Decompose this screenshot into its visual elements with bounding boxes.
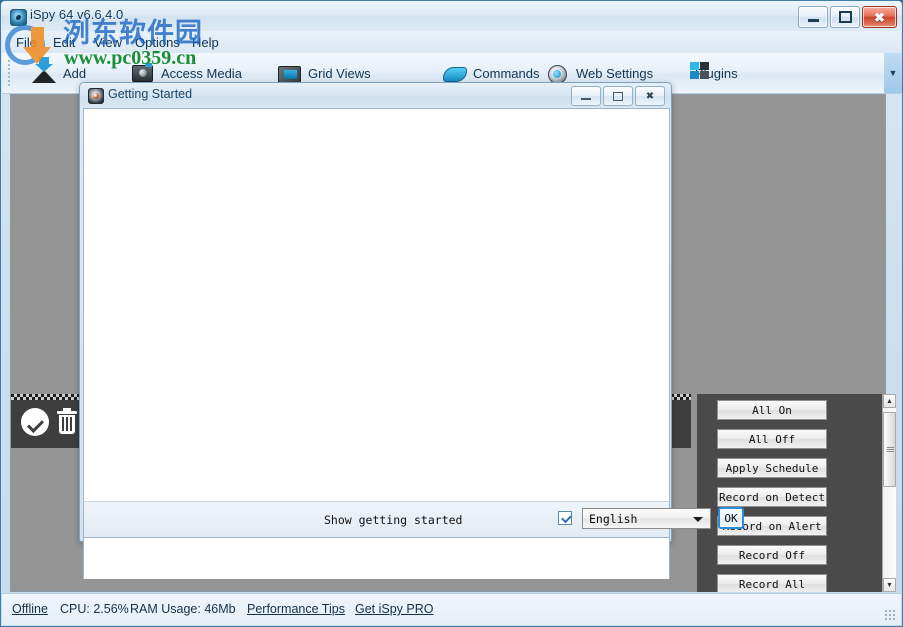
status-ram: RAM Usage: 46Mb — [130, 602, 236, 616]
chevron-double-down-icon[interactable]: ▼ — [886, 65, 900, 81]
button-record-on-detect[interactable]: Record on Detect — [717, 487, 827, 507]
status-bar: Offline CPU: 2.56% RAM Usage: 46Mb Perfo… — [2, 593, 901, 625]
get-ispy-pro-link[interactable]: Get iSpy PRO — [355, 602, 434, 616]
dialog-minimize-button[interactable] — [571, 86, 601, 106]
minimize-icon — [581, 98, 591, 100]
menu-item-file[interactable]: File — [10, 34, 43, 51]
status-offline-link[interactable]: Offline — [12, 602, 48, 616]
dialog-title: Getting Started — [108, 87, 193, 101]
minimize-button[interactable] — [798, 6, 828, 28]
button-record-off[interactable]: Record Off — [717, 545, 827, 565]
language-select-value: English — [589, 511, 638, 526]
maximize-icon — [613, 91, 623, 101]
toolbar-label-web-settings: Web Settings — [576, 65, 654, 81]
select-all-check-icon[interactable] — [21, 408, 53, 440]
toolbar-label-grid-views: Grid Views — [308, 65, 371, 81]
getting-started-dialog: Getting Started ✖ Show getting started E… — [79, 82, 744, 579]
ispy-eye-icon — [88, 88, 104, 104]
maximize-button[interactable] — [830, 6, 860, 28]
toolbar-label-access-media: Access Media — [161, 65, 242, 81]
show-getting-started-checkbox[interactable] — [558, 511, 572, 525]
menu-item-options[interactable]: Options — [129, 34, 186, 51]
dialog-maximize-button[interactable] — [603, 86, 633, 106]
close-button[interactable]: ✖ — [862, 6, 897, 28]
dialog-window-controls: ✖ — [571, 86, 665, 106]
toolbar-drag-grip[interactable] — [7, 59, 11, 87]
scrollbar-thumb[interactable] — [883, 412, 896, 487]
minimize-icon — [807, 19, 819, 22]
language-select[interactable]: English — [582, 508, 711, 529]
button-apply-schedule[interactable]: Apply Schedule — [717, 458, 827, 478]
window-controls: ✖ — [798, 6, 897, 28]
menu-item-help[interactable]: Help — [186, 34, 225, 51]
close-icon: ✖ — [874, 9, 885, 25]
performance-tips-link[interactable]: Performance Tips — [247, 602, 345, 616]
menu-item-view[interactable]: View — [88, 34, 128, 51]
add-camera-icon — [32, 57, 56, 85]
ispy-eye-icon — [10, 9, 27, 26]
menu-bar: File Edit View Options Help — [2, 31, 901, 53]
chevron-down-icon — [693, 517, 703, 522]
window-titlebar: iSpy 64 v6.6.4.0 ✖ — [1, 1, 902, 31]
dialog-titlebar[interactable]: Getting Started ✖ — [80, 83, 671, 108]
scroll-down-icon[interactable]: ▼ — [883, 578, 896, 592]
status-cpu: CPU: 2.56% — [60, 602, 129, 616]
resize-grip[interactable] — [884, 609, 896, 621]
right-action-panel: All On All Off Apply Schedule Record on … — [697, 394, 886, 592]
button-all-off[interactable]: All Off — [717, 429, 827, 449]
menu-item-edit[interactable]: Edit — [47, 34, 81, 51]
toolbar-overflow-area[interactable]: ▼ — [884, 53, 902, 93]
button-record-all[interactable]: Record All — [717, 574, 827, 592]
dialog-close-button[interactable]: ✖ — [635, 86, 665, 106]
close-icon: ✖ — [645, 90, 655, 102]
ok-button[interactable]: OK — [718, 507, 744, 529]
show-getting-started-label: Show getting started — [324, 513, 463, 527]
ispy-main-window: iSpy 64 v6.6.4.0 ✖ File Edit View Option… — [0, 0, 903, 627]
plugins-icon — [690, 62, 710, 81]
toolbar-label-add: Add — [63, 65, 87, 81]
scroll-up-icon[interactable]: ▲ — [883, 394, 896, 408]
button-all-on[interactable]: All On — [717, 400, 827, 420]
toolbar-label-commands: Commands — [473, 65, 540, 81]
right-panel-scrollbar[interactable]: ▲ ▼ — [882, 394, 896, 592]
toolbar-button-add[interactable]: Add — [32, 57, 87, 87]
toolbar-button-plugins[interactable]: Plugins — [688, 59, 738, 87]
dialog-footer: Show getting started English OK — [83, 501, 744, 538]
maximize-icon — [838, 11, 852, 23]
window-title: iSpy 64 v6.6.4.0 — [30, 7, 124, 22]
